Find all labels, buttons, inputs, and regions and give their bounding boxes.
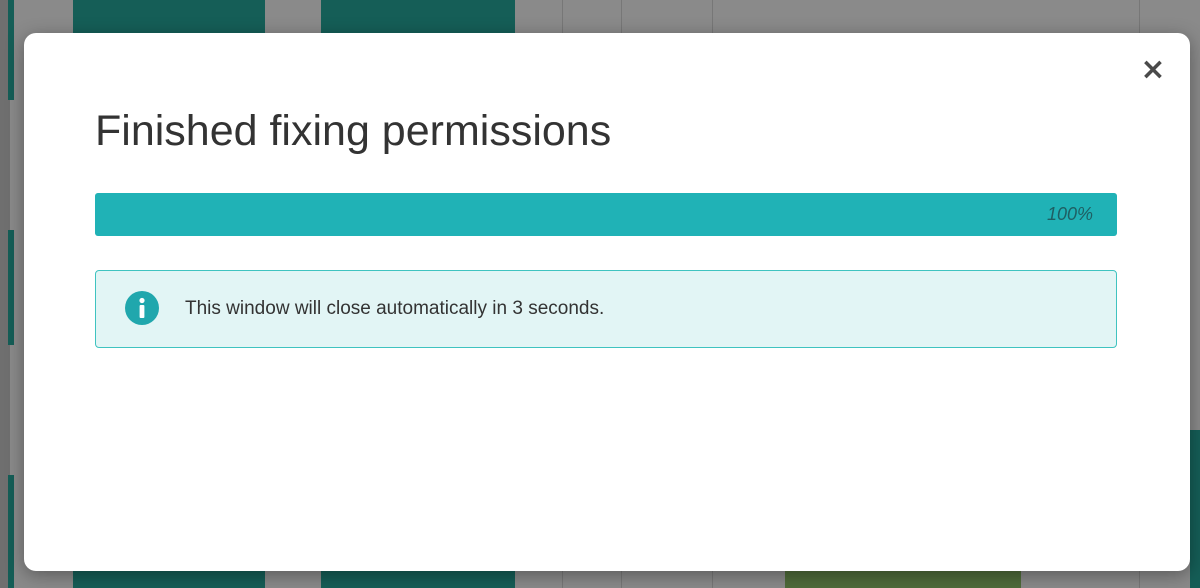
- background-panel: [8, 230, 14, 345]
- progress-bar-track: 100%: [95, 193, 1117, 236]
- background-panel: [321, 0, 515, 34]
- background-panel: [8, 0, 14, 100]
- background-chart-area: [785, 570, 1021, 588]
- background-panel: [73, 0, 265, 34]
- close-button[interactable]: ×: [1138, 55, 1168, 85]
- progress-label: 100%: [1046, 204, 1093, 224]
- background-panel: [73, 570, 265, 588]
- close-icon[interactable]: ×: [1140, 52, 1165, 87]
- info-circle-icon: [125, 291, 159, 325]
- background-panel: [1190, 430, 1200, 588]
- background-panel: [321, 570, 515, 588]
- alert-message: This window will close automatically in …: [185, 298, 605, 319]
- modal-title: Finished fixing permissions: [95, 107, 612, 155]
- info-alert: This window will close automatically in …: [95, 270, 1117, 348]
- background-panel: [8, 475, 14, 588]
- permissions-modal: × Finished fixing permissions 100% This …: [24, 33, 1190, 571]
- progress-bar-fill: 100%: [95, 193, 1117, 236]
